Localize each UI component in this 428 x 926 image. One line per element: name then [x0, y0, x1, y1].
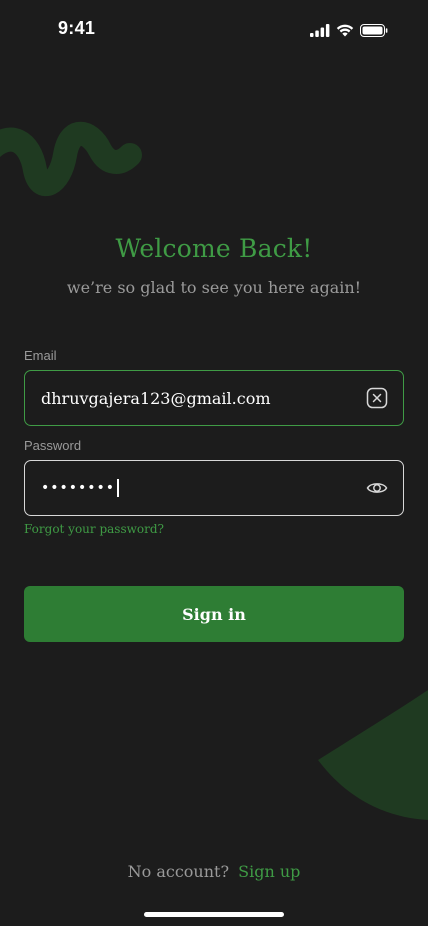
- status-icons: [310, 22, 388, 41]
- status-bar: 9:41: [0, 0, 428, 56]
- signup-row: No account? Sign up: [0, 862, 428, 881]
- email-field[interactable]: dhruvgajera123@gmail.com: [24, 370, 404, 426]
- password-label: Password: [24, 438, 82, 453]
- password-input[interactable]: ••••••••: [41, 479, 365, 497]
- page-title: Welcome Back!: [115, 234, 313, 263]
- wifi-icon: [336, 22, 354, 41]
- battery-icon: [360, 22, 388, 41]
- text-caret: [117, 479, 119, 497]
- clear-icon[interactable]: [365, 386, 389, 410]
- sign-up-link[interactable]: Sign up: [238, 862, 300, 881]
- decorative-squiggle: [0, 121, 142, 196]
- signal-icon: [310, 22, 330, 41]
- email-input[interactable]: dhruvgajera123@gmail.com: [41, 389, 365, 408]
- password-masked-value: ••••••••: [41, 480, 116, 496]
- email-label: Email: [24, 348, 57, 363]
- status-time: 9:41: [58, 18, 96, 38]
- page-subtitle: we’re so glad to see you here again!: [66, 278, 362, 297]
- signup-prompt: No account?: [127, 862, 230, 881]
- eye-icon[interactable]: [365, 476, 389, 500]
- home-indicator: [144, 912, 284, 917]
- decorative-shape: [318, 690, 428, 820]
- password-field[interactable]: ••••••••: [24, 460, 404, 516]
- sign-in-button[interactable]: Sign in: [24, 586, 404, 642]
- forgot-password-link[interactable]: Forgot your password?: [24, 522, 164, 536]
